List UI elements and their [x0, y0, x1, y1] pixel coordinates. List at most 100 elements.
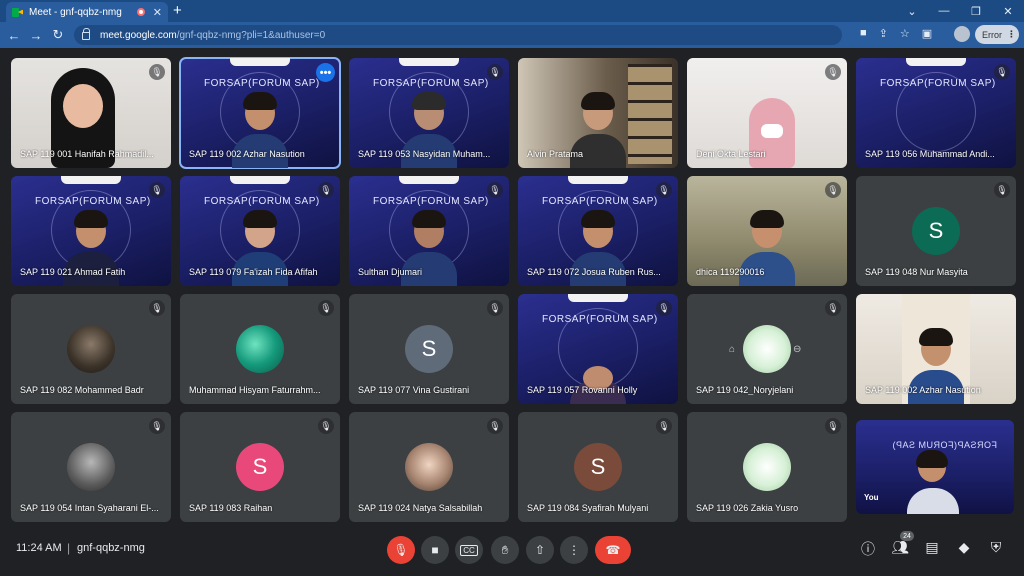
participant-mask — [761, 124, 783, 138]
participant-avatar: S — [912, 207, 960, 255]
participant-name: SAP 119 054 Intan Syaharani El-... — [20, 503, 159, 513]
share-icon[interactable]: ⇪ — [879, 27, 888, 40]
remove-icon[interactable]: ⊖ — [793, 344, 801, 355]
minimize-icon[interactable]: — — [928, 5, 960, 17]
participant-tile[interactable]: S 🎙︎ SAP 119 083 Raihan — [180, 412, 340, 522]
participant-name: SAP 119 083 Raihan — [189, 503, 273, 513]
participant-tile[interactable]: 🎙︎ Muhammad Hisyam Faturrahm... — [180, 294, 340, 404]
forsap-banner: FORSAP(FORUM SAP) — [373, 196, 489, 207]
mic-off-icon: 🎙︎ — [994, 182, 1010, 198]
window-close-icon[interactable]: ✕ — [992, 5, 1024, 18]
browser-tabstrip: Meet - gnf-qqbz-nmg ✕ + ⌄ — ❐ ✕ — [0, 0, 1024, 22]
bookmark-star-icon[interactable]: ☆ — [900, 27, 910, 40]
meeting-time: 11:24 AM — [16, 542, 62, 554]
chat-icon[interactable]: ▤ — [922, 539, 942, 556]
participant-tile[interactable]: 🎙︎ dhica 119290016 — [687, 176, 847, 286]
meeting-details-icon[interactable]: ⓘ — [858, 539, 878, 559]
camera-in-use-icon[interactable]: ■ — [860, 27, 867, 40]
mic-off-icon: 🎙︎ — [487, 64, 503, 80]
participant-name: SAP 119 021 Ahmad Fatih — [20, 267, 126, 277]
participant-tile[interactable]: S 🎙︎ SAP 119 084 Syafirah Mulyani — [518, 412, 678, 522]
forsap-banner: FORSAP(FORUM SAP) — [542, 196, 658, 207]
more-options-button[interactable]: ⋮ — [560, 536, 588, 564]
participant-name: SAP 119 077 Vina Gustirani — [358, 385, 470, 395]
participant-tile[interactable]: FORSAP(FORUM SAP) 🎙︎ SAP 119 079 Fa'izah… — [180, 176, 340, 286]
restore-icon[interactable]: ❐ — [960, 5, 992, 18]
forsap-logo — [399, 58, 459, 66]
mic-off-icon: 🎙︎ — [994, 64, 1010, 80]
participant-tile[interactable]: FORSAP(FORUM SAP) 🎙︎ SAP 119 021 Ahmad F… — [11, 176, 171, 286]
reload-icon[interactable]: ↻ — [47, 27, 69, 43]
people-icon[interactable]: 👥︎ — [890, 539, 910, 556]
participant-name: SAP 119 084 Syafirah Mulyani — [527, 503, 649, 513]
mic-off-icon: 🎙︎ — [656, 418, 672, 434]
captions-button[interactable]: CC — [455, 536, 483, 564]
forsap-logo — [568, 294, 628, 302]
mic-off-icon: 🎙︎ — [149, 300, 165, 316]
participant-tile[interactable]: 🎙︎ SAP 119 054 Intan Syaharani El-... — [11, 412, 171, 522]
participant-tile[interactable]: FORSAP(FORUM SAP) 🎙︎ SAP 119 056 Muhamma… — [856, 58, 1016, 168]
host-controls-icon[interactable]: ⛨ — [986, 539, 1006, 556]
mic-off-icon: 🎙︎ — [825, 64, 841, 80]
mic-off-icon: 🎙︎ — [149, 418, 165, 434]
participant-tile[interactable]: 🎙︎ SAP 119 026 Zakia Yusro — [687, 412, 847, 522]
back-arrow-icon[interactable]: ← — [3, 28, 25, 43]
profile-avatar[interactable] — [954, 26, 970, 42]
present-button[interactable]: ⇧ — [526, 536, 554, 564]
self-view-tile[interactable]: FORSAP(FORUM SAP) You — [856, 420, 1014, 514]
participant-tile[interactable]: 🎙︎ SAP 119 001 Hanifah Rahmadil... — [11, 58, 171, 168]
participant-tile[interactable]: Alvin Pratama — [518, 58, 678, 168]
participant-face — [63, 84, 103, 128]
tab-search-icon[interactable]: ⌄ — [896, 5, 928, 18]
side-panel-icon[interactable]: ▣ — [922, 27, 932, 40]
camera-toggle-button[interactable]: ■ — [421, 536, 449, 564]
browser-tab-meet[interactable]: Meet - gnf-qqbz-nmg ✕ — [6, 2, 168, 22]
participant-tile[interactable]: FORSAP(FORUM SAP) 🎙︎ SAP 119 057 Rovanni… — [518, 294, 678, 404]
separator: | — [67, 541, 71, 555]
forsap-logo — [568, 176, 628, 184]
participant-tile[interactable]: 🎙︎ SAP 119 024 Natya Salsabillah — [349, 412, 509, 522]
participant-avatar — [743, 443, 791, 491]
participant-name: Deni Okta Lestari — [696, 149, 766, 159]
participant-tile[interactable]: S 🎙︎ SAP 119 048 Nur Masyita — [856, 176, 1016, 286]
participant-tile[interactable]: FORSAP(FORUM SAP) 🎙︎ SAP 119 053 Nasyida… — [349, 58, 509, 168]
participant-name: SAP 119 002 Azhar Nasution — [189, 149, 305, 159]
hangup-phone-icon: ☎︎ — [605, 543, 621, 557]
participant-tile[interactable]: ⌂ ⊖ 🎙︎ SAP 119 042_Noryjelani — [687, 294, 847, 404]
raise-hand-button[interactable]: ✋︎ — [491, 536, 519, 564]
pin-icon[interactable]: ⌂ — [729, 344, 735, 355]
participant-avatar — [67, 325, 115, 373]
new-tab-button[interactable]: + — [173, 2, 182, 20]
participant-tile[interactable]: SAP 119 002 Azhar Nasution — [856, 294, 1016, 404]
participant-name: SAP 119 053 Nasyidan Muham... — [358, 149, 491, 159]
participant-tile[interactable]: 🎙︎ SAP 119 082 Mohammed Badr — [11, 294, 171, 404]
participant-name: dhica 119290016 — [696, 267, 765, 277]
participant-tile[interactable]: 🎙︎ Deni Okta Lestari — [687, 58, 847, 168]
mic-off-icon: 🎙︎ — [825, 418, 841, 434]
kebab-menu-icon[interactable]: ⋮ — [1007, 29, 1016, 40]
participant-avatar: S — [574, 443, 622, 491]
tab-close-icon[interactable]: ✕ — [153, 6, 162, 19]
participant-tile[interactable]: FORSAP(FORUM SAP) 🎙︎ SAP 119 072 Josua R… — [518, 176, 678, 286]
forsap-banner: FORSAP(FORUM SAP) — [35, 196, 151, 207]
participant-tile[interactable]: S 🎙︎ SAP 119 077 Vina Gustirani — [349, 294, 509, 404]
mic-off-icon: 🎙︎ — [825, 182, 841, 198]
error-pill-button[interactable]: Error ⋮ — [975, 25, 1019, 44]
lock-icon[interactable] — [82, 28, 90, 40]
participant-name: SAP 119 002 Azhar Nasution — [865, 385, 981, 395]
forward-arrow-icon[interactable]: → — [25, 28, 47, 43]
more-options-icon[interactable]: ••• — [316, 63, 335, 82]
participant-tile[interactable]: FORSAP(FORUM SAP) ••• SAP 119 002 Azhar … — [179, 57, 341, 169]
participant-name: SAP 119 024 Natya Salsabillah — [358, 503, 483, 513]
participant-name: SAP 119 048 Nur Masyita — [865, 267, 968, 277]
address-bar[interactable]: meet.google.com /gnf-qqbz-nmg?pli=1&auth… — [74, 25, 842, 45]
mic-toggle-button[interactable]: 🎙︎ — [387, 536, 415, 564]
participant-name: Alvin Pratama — [527, 149, 584, 159]
participant-tile[interactable]: FORSAP(FORUM SAP) 🎙︎ Sulthan Djumari — [349, 176, 509, 286]
participant-name: SAP 119 082 Mohammed Badr — [20, 385, 144, 395]
leave-call-button[interactable]: ☎︎ — [595, 536, 631, 564]
activities-icon[interactable]: ◆ — [954, 539, 974, 556]
participant-name: Sulthan Djumari — [358, 267, 423, 277]
hand-icon: ✋︎ — [501, 542, 509, 557]
mic-off-icon: 🎙︎ — [318, 418, 334, 434]
